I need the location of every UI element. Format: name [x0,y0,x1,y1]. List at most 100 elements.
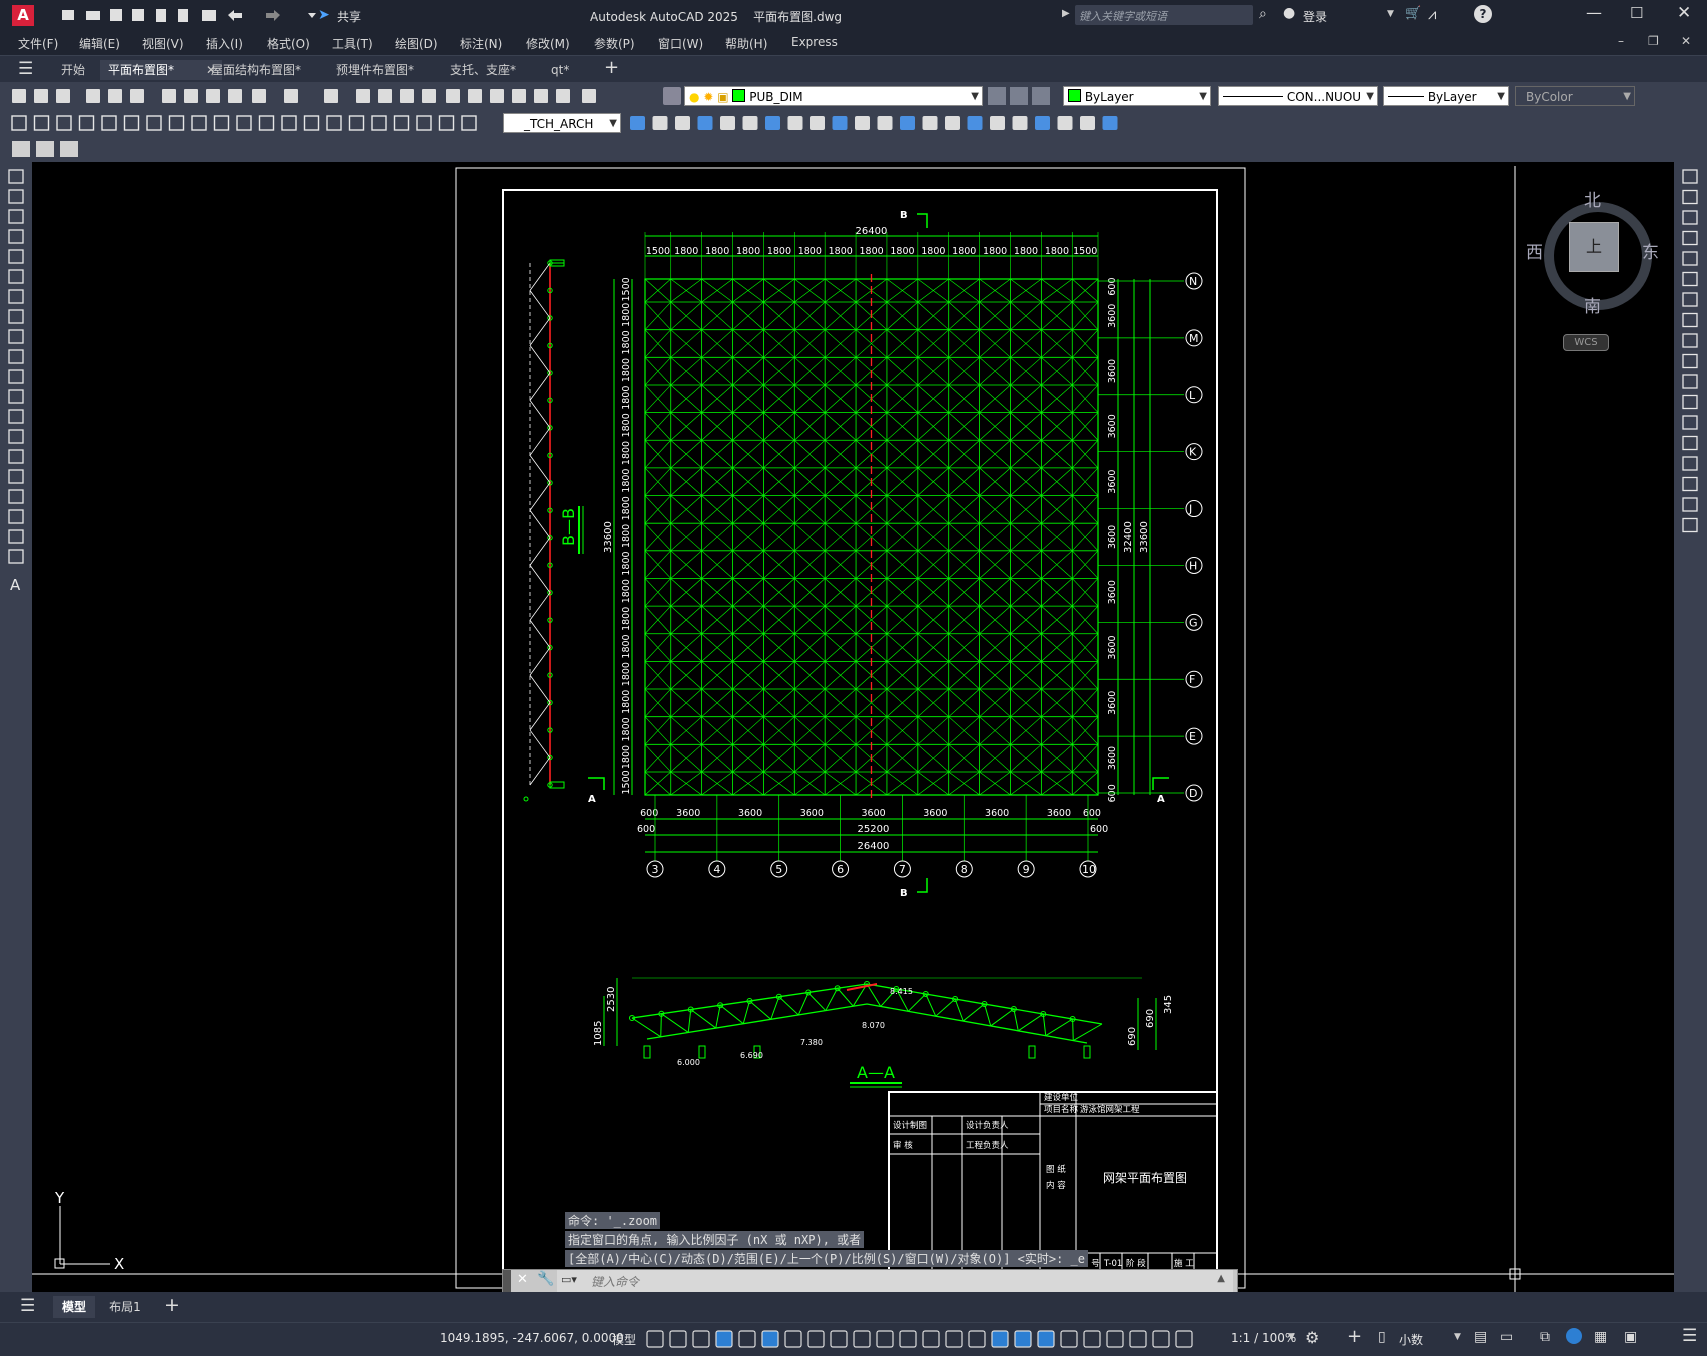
new-icon [62,10,74,20]
login-button[interactable]: 登录 [1303,8,1327,25]
tab-layout1[interactable]: 布局1 [103,1296,147,1318]
sheet-set-icon [512,89,526,103]
modify-tool-11-icon [855,116,870,130]
compass-south[interactable]: 南 [1584,292,1601,317]
modify-toolbar-side-icons[interactable] [1674,162,1707,582]
layer-previous-icon[interactable] [1010,87,1028,105]
annotation-scale-dropdown-icon[interactable]: ▼ [1288,1332,1295,1342]
compass-north[interactable]: 北 [1584,186,1601,211]
lock-ui-icon[interactable]: ▭ [1500,1329,1513,1345]
command-close-icon[interactable]: ✕ [517,1272,528,1287]
tab-wumian[interactable]: 屋面结构布置图* [203,60,309,80]
search-icon[interactable]: ⌕ [1259,6,1267,22]
dimension-toolbar-icons[interactable] [8,114,498,132]
command-settings-icon[interactable]: 🔧 [537,1271,554,1287]
units-icon[interactable]: ▯ [1378,1329,1386,1345]
coordinates-readout[interactable]: 1049.1895, -247.6067, 0.0000 [440,1331,624,1345]
search-input[interactable]: 键入关键字或短语 [1075,5,1253,25]
menu-edit[interactable]: 编辑(E) [79,35,120,52]
left-bay-dim: 1800 [621,662,632,686]
customize-status-icon[interactable]: ☰ [1682,1326,1697,1346]
color-dropdown[interactable]: ByLayer ▼ [1063,86,1211,106]
menu-view[interactable]: 视图(V) [142,35,184,52]
quick-properties-icon[interactable]: ▤ [1474,1329,1487,1345]
chevron-down-icon: ▼ [609,118,617,129]
draw-toolbar-icons[interactable]: A [0,162,32,622]
hamburger-menu-icon[interactable]: ☰ [18,59,33,79]
edit-attribute-icon[interactable] [12,141,30,157]
compass-west[interactable]: 西 [1526,238,1543,263]
row-axis-label: E [1189,730,1196,743]
menu-draw[interactable]: 绘图(D) [395,35,438,52]
layer-properties-icon[interactable] [663,87,681,105]
compass-east[interactable]: 东 [1642,238,1659,263]
login-dropdown-icon[interactable]: ▼ [1387,9,1394,19]
share-button[interactable]: 共享 [337,8,361,25]
menu-format[interactable]: 格式(O) [267,35,310,52]
autocad-logo-icon[interactable]: A [12,5,34,26]
menu-help[interactable]: 帮助(H) [725,35,767,52]
wcs-button[interactable]: WCS [1563,334,1609,351]
menu-dimension[interactable]: 标注(N) [460,35,502,52]
cart-icon[interactable]: 🛒 [1405,6,1421,21]
doc-close-button[interactable]: ✕ [1681,34,1691,48]
command-prompt-icon[interactable]: ▭▾ [561,1273,577,1286]
viewcube[interactable]: 上 北 南 西 东 [1526,186,1659,317]
plotstyle-dropdown[interactable]: ByColor ▼ [1515,86,1635,106]
chevron-right-icon[interactable]: ▶ [1062,8,1070,19]
hardware-accel-icon[interactable] [1566,1328,1582,1344]
menu-tools[interactable]: 工具(T) [332,35,373,52]
units-dropdown-icon[interactable]: ▼ [1454,1332,1461,1342]
new-tab-plus-icon[interactable]: + [604,57,619,78]
tb-build-unit: 建设单位 [1044,1092,1079,1103]
drawing-canvas[interactable]: 26400 1500 1800 1800 1800 1800 1800 1800 1800 180… [32,166,1674,1293]
drawing-svg[interactable]: 26400 1500 1800 1800 1800 1800 1800 1800 1800 180… [32,166,1674,1292]
gear-icon[interactable]: ⚙ [1305,1328,1319,1347]
layer-state-icon[interactable] [1032,87,1050,105]
menu-insert[interactable]: 插入(I) [206,35,243,52]
annotation-scale[interactable]: 1:1 / 100% [1231,1331,1296,1345]
minimize-button[interactable]: — [1586,3,1602,22]
add-layout-plus-icon[interactable]: + [164,1294,180,1316]
maximize-button[interactable]: ☐ [1630,4,1643,22]
tab-qt[interactable]: qt* [543,60,577,80]
textstyle-dropdown[interactable]: _TCH_ARCH ▼ [503,113,621,133]
model-space-button[interactable]: 模型 [612,1331,636,1348]
tab-yumaijian[interactable]: 预埋件布置图* [328,60,422,80]
tab-model[interactable]: 模型 [53,1296,95,1318]
status-toggle-icons[interactable] [645,1329,1205,1351]
layout-menu-icon[interactable]: ☰ [20,1296,35,1316]
plus-icon[interactable]: + [1347,1326,1362,1347]
block-editor-icon[interactable] [36,141,54,157]
command-recent-arrow-icon[interactable]: ▲ [1217,1273,1225,1284]
graphics-icon[interactable]: ▦ [1594,1329,1607,1345]
menu-modify[interactable]: 修改(M) [526,35,570,52]
right-total-dim: 33600 [1139,521,1150,553]
autodesk-apps-icon[interactable]: ⩘ [1428,5,1436,23]
make-current-layer-icon[interactable] [988,87,1006,105]
share-icon[interactable]: ➤ [318,7,330,23]
menu-parametric[interactable]: 参数(P) [594,35,635,52]
tab-start[interactable]: 开始 [53,60,93,80]
standard-toolbar-icons[interactable] [8,87,658,105]
linetype-dropdown[interactable]: CON...NUOU ▼ [1218,86,1378,106]
tab-zhituo[interactable]: 支托、支座* [442,60,524,80]
menu-window[interactable]: 窗口(W) [658,35,703,52]
menu-express[interactable]: Express [791,35,838,49]
attribute-manager-icon[interactable] [60,141,78,157]
isolate-objects-icon[interactable]: ⧉ [1540,1329,1550,1345]
menu-file[interactable]: 文件(F) [18,35,58,52]
viewcube-top-face[interactable]: 上 [1569,222,1619,272]
modify-toolbar-icons[interactable] [628,114,1138,132]
lineweight-dropdown[interactable]: ByLayer ▼ [1383,86,1509,106]
user-icon[interactable]: ● [1283,5,1295,21]
help-icon[interactable]: ? [1474,5,1492,23]
units-dropdown[interactable]: 小数 [1399,1331,1423,1348]
command-grip[interactable] [503,1270,511,1292]
close-button[interactable]: ✕ [1677,3,1691,23]
clean-screen-icon[interactable]: ▣ [1624,1329,1637,1345]
command-input[interactable]: ▭▾ 键入命令 ▲ [557,1270,1233,1292]
doc-minimize-button[interactable]: – [1618,34,1624,48]
doc-restore-button[interactable]: ❐ [1648,34,1659,48]
layer-dropdown[interactable]: ● ✹ ▣ PUB_DIM ▼ [684,86,983,106]
